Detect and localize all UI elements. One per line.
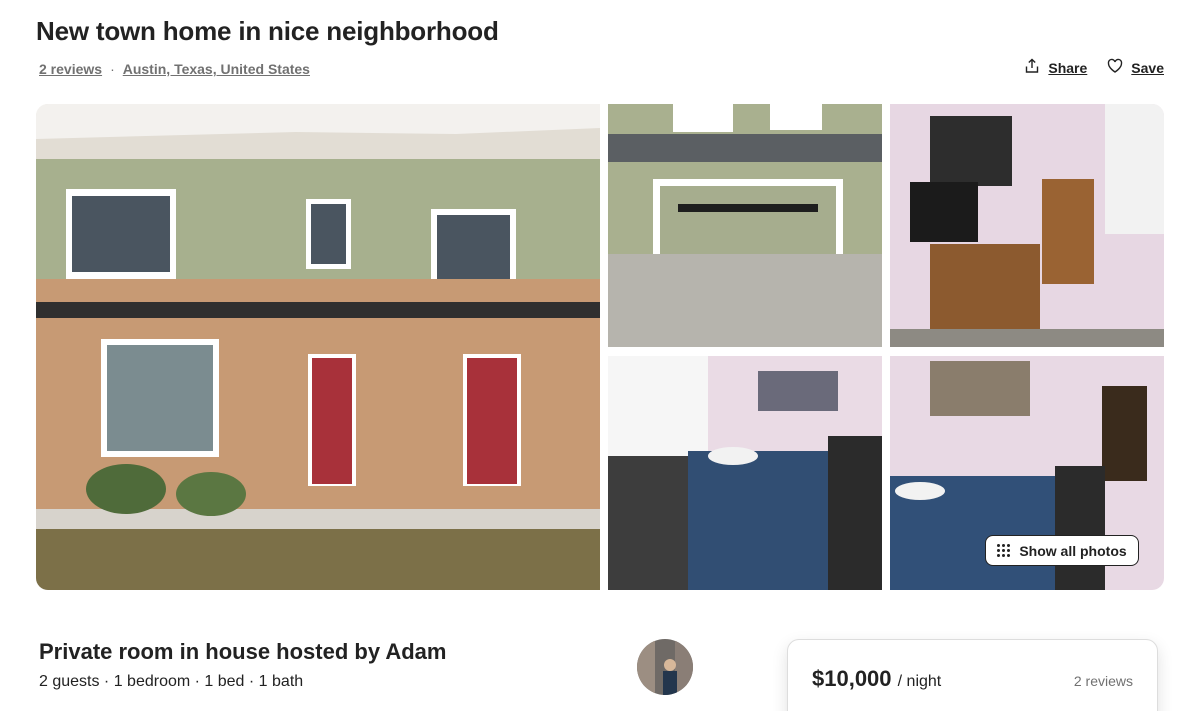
share-button[interactable]: Share [1024, 58, 1087, 77]
booking-reviews-link[interactable]: 2 reviews [1074, 673, 1133, 689]
listing-actions: Share Save [1024, 58, 1164, 77]
show-all-photos-label: Show all photos [1019, 542, 1127, 559]
photo-bedroom-bed-window[interactable] [608, 356, 882, 590]
reviews-link[interactable]: 2 reviews [39, 61, 102, 77]
photo-garage[interactable] [608, 104, 882, 347]
host-subtitle: Private room in house hosted by Adam [39, 639, 447, 664]
share-icon [1024, 58, 1040, 77]
photo-exterior-front[interactable] [36, 104, 600, 590]
listing-meta: 2 reviews · Austin, Texas, United States [39, 61, 310, 77]
save-label: Save [1131, 59, 1164, 76]
booking-card: $10,000 / night 2 reviews [787, 639, 1158, 711]
listing-details: 2 guests · 1 bedroom · 1 bed · 1 bath [39, 673, 304, 690]
share-label: Share [1048, 59, 1088, 76]
photo-bedroom-dresser[interactable] [890, 104, 1164, 347]
location-link[interactable]: Austin, Texas, United States [123, 61, 310, 77]
grid-dots-icon [997, 543, 1011, 558]
listing-title: New town home in nice neighborhood [36, 16, 499, 46]
nightly-price: $10,000 / night [812, 666, 941, 692]
photo-gallery [36, 104, 1164, 590]
show-all-photos-button[interactable]: Show all photos [985, 535, 1139, 566]
heart-icon [1107, 58, 1123, 77]
meta-separator: · [110, 61, 115, 77]
save-button[interactable]: Save [1107, 58, 1164, 77]
host-avatar[interactable] [637, 639, 693, 695]
price-per-night: / night [897, 673, 942, 690]
price-amount: $10,000 [812, 666, 892, 691]
